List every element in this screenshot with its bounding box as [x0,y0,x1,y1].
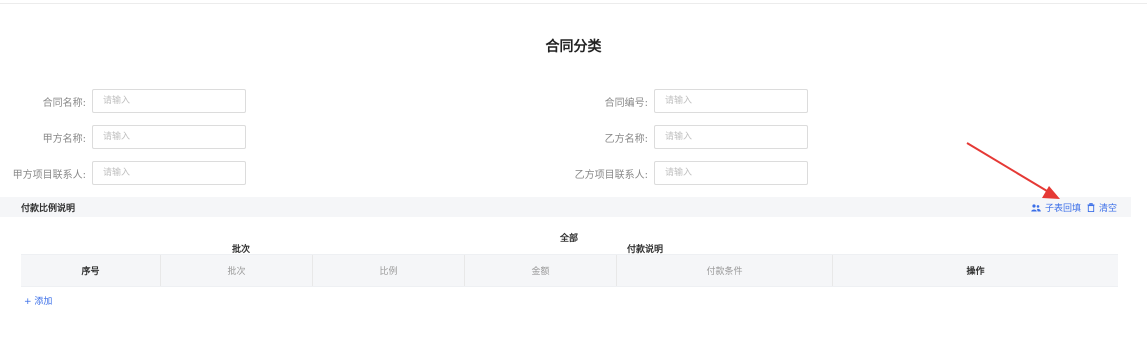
fill-sub-table-label: 子表回填 [1044,204,1081,214]
clear-label: 清空 [1098,204,1117,214]
add-row-button[interactable]: + 添加 [24,294,52,307]
page-title: 合同分类 [545,39,602,55]
trash-icon [1087,203,1095,212]
party-b-name-input[interactable] [654,125,808,149]
contract-number-label: 合同编号: [604,98,648,109]
top-divider [0,0,1147,4]
clear-button[interactable]: 清空 [1087,201,1117,214]
column-header-actions: 操作 [966,267,985,277]
party-b-contact-label: 乙方项目联系人: [574,170,648,181]
fill-sub-table-button[interactable]: 子表回填 [1031,201,1081,214]
party-b-name-label: 乙方名称: [604,134,648,145]
column-header-amount: 金额 [465,255,617,286]
party-a-contact-input[interactable] [92,161,246,185]
party-a-name-label: 甲方名称: [42,134,86,145]
contract-name-input[interactable] [92,89,246,113]
section-title: 付款比例说明 [21,204,76,214]
column-header-index: 序号 [21,255,161,286]
contract-number-input[interactable] [654,89,808,113]
users-icon [1031,203,1041,212]
section-actions: 子表回填 清空 [1031,201,1117,214]
party-a-name-input[interactable] [92,125,246,149]
group-header-all: 全部 [560,234,579,244]
payment-section-header: 付款比例说明 子表回填 清空 [0,197,1131,217]
contract-name-label: 合同名称: [42,98,86,109]
column-header-ratio: 比例 [313,255,465,286]
column-header-payment-condition: 付款条件 [617,255,833,286]
party-b-contact-input[interactable] [654,161,808,185]
column-header-batch: 批次 [161,255,313,286]
payment-table-header: 序号 批次 比例 金额 付款条件 操作 [21,254,1118,287]
party-a-contact-label: 甲方项目联系人: [12,170,86,181]
